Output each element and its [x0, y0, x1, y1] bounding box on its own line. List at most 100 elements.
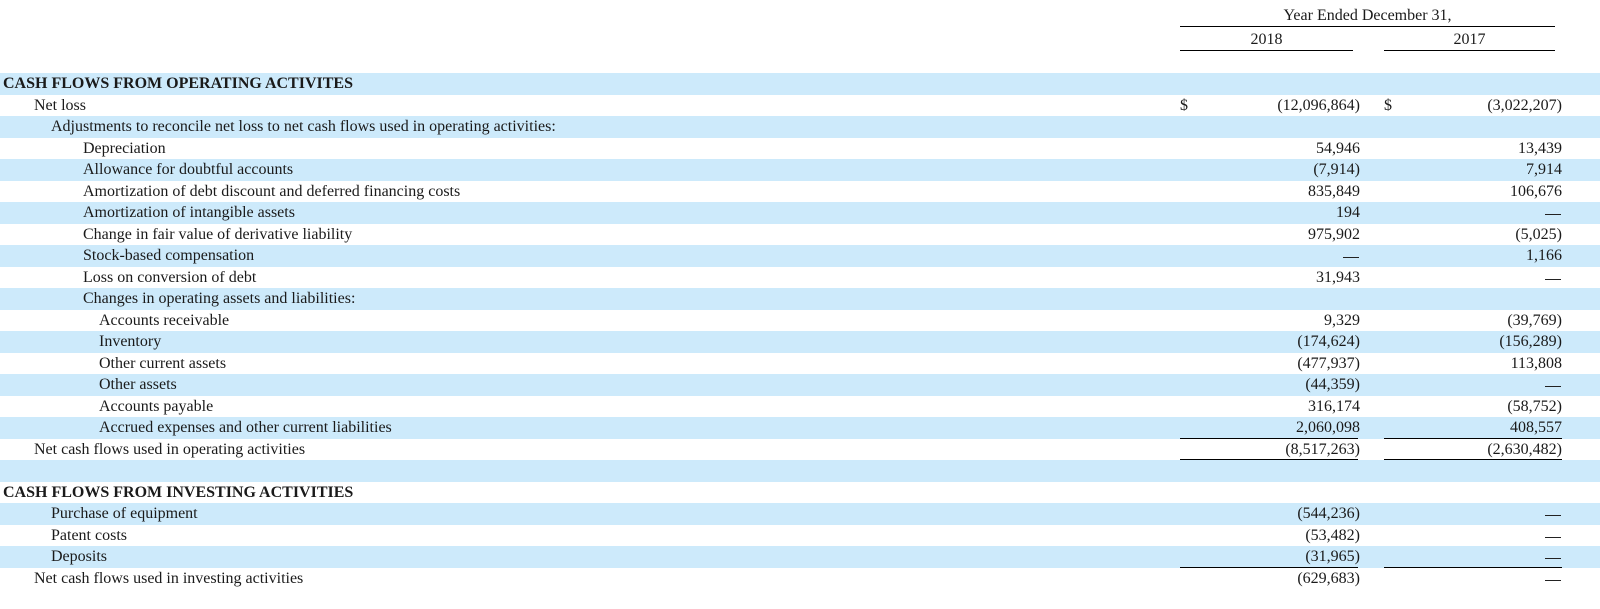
row-label: Net cash flows used in investing activit… — [34, 569, 304, 587]
row-label: Changes in operating assets and liabilit… — [83, 290, 356, 307]
value-2017 — [1384, 568, 1562, 590]
value-2017: (3,022,207) — [1487, 96, 1562, 114]
row-label: Net cash flows used in operating activit… — [34, 440, 306, 458]
row-label: Allowance for doubtful accounts — [83, 161, 294, 178]
table-row: Net cash flows used in investing activit… — [0, 566, 1600, 590]
table-row: Other current assets (477,937) 113,808 — [0, 353, 1600, 375]
value-2017: (2,630,482) — [1487, 440, 1562, 458]
section-header-row: CASH FLOWS FROM OPERATING ACTIVITES — [0, 73, 1600, 95]
nil-dash — [1545, 525, 1561, 538]
value-2018: (174,624) — [1297, 333, 1360, 350]
value-2018: (44,359) — [1305, 376, 1360, 393]
value-2017: (58,752) — [1507, 397, 1562, 415]
table-row: Change in fair value of derivative liabi… — [0, 224, 1600, 246]
section-title: CASH FLOWS FROM OPERATING ACTIVITES — [3, 75, 353, 92]
value-2017 — [1384, 503, 1562, 525]
value-2018: (7,914) — [1313, 161, 1360, 178]
row-label: Amortization of intangible assets — [83, 204, 295, 221]
value-2018: 31,943 — [1316, 268, 1360, 286]
value-2018: (8,517,263) — [1285, 440, 1360, 458]
value-2018: (31,965) — [1305, 548, 1360, 565]
value-2017: (39,769) — [1507, 311, 1562, 329]
value-2018: 54,946 — [1316, 139, 1360, 157]
value-2018 — [1180, 245, 1360, 267]
nil-dash — [1343, 245, 1359, 258]
table-row: Loss on conversion of debt 31,943 — [0, 267, 1600, 289]
value-2018: 975,902 — [1308, 225, 1360, 243]
row-label: Inventory — [99, 333, 162, 350]
value-2018: 2,060,098 — [1296, 419, 1360, 436]
nil-dash — [1545, 267, 1561, 280]
nil-dash — [1545, 202, 1561, 215]
row-label: Deposits — [51, 548, 107, 565]
table-row: Stock-based compensation 1,166 — [0, 245, 1600, 267]
row-label: Amortization of debt discount and deferr… — [83, 182, 461, 200]
table-row: Patent costs (53,482) — [0, 525, 1600, 547]
nil-dash — [1545, 374, 1561, 387]
value-2018: (629,683) — [1297, 569, 1360, 587]
value-2018: 316,174 — [1308, 397, 1360, 415]
value-2018: (53,482) — [1305, 526, 1360, 544]
table-row: Deposits (31,965) — [0, 546, 1600, 568]
value-2017 — [1384, 267, 1562, 289]
row-label: Other assets — [99, 376, 177, 393]
table-row: Accounts receivable 9,329 (39,769) — [0, 310, 1600, 332]
table-row: Changes in operating assets and liabilit… — [0, 288, 1600, 310]
column-header-2018: 2018 — [1180, 30, 1353, 51]
subtotal-rule — [1384, 437, 1562, 439]
section-title: CASH FLOWS FROM INVESTING ACTIVITIES — [3, 483, 354, 501]
table-row: Purchase of equipment (544,236) — [0, 503, 1600, 525]
value-2017: (156,289) — [1499, 333, 1562, 350]
value-2018: (12,096,864) — [1277, 96, 1360, 114]
row-label: Other current assets — [99, 354, 227, 372]
value-2017 — [1384, 202, 1562, 224]
cash-flow-table: CASH FLOWS FROM OPERATING ACTIVITES Net l… — [0, 73, 1600, 589]
value-2018: (477,937) — [1297, 354, 1360, 372]
row-label: Net loss — [34, 96, 86, 114]
row-label: Accrued expenses and other current liabi… — [99, 419, 392, 436]
table-row: Adjustments to reconcile net loss to net… — [0, 116, 1600, 138]
value-2018: 194 — [1336, 204, 1360, 221]
subtotal-rule — [1180, 566, 1358, 568]
row-label: Stock-based compensation — [83, 247, 255, 264]
value-2018: 835,849 — [1308, 182, 1360, 200]
row-label: Change in fair value of derivative liabi… — [83, 225, 353, 243]
value-2018: (544,236) — [1297, 505, 1360, 522]
table-row: Inventory (174,624) (156,289) — [0, 331, 1600, 353]
nil-dash — [1545, 503, 1561, 516]
table-row: Accrued expenses and other current liabi… — [0, 417, 1600, 439]
nil-dash — [1545, 546, 1561, 559]
value-2017 — [1384, 374, 1562, 396]
subtotal-rule — [1180, 437, 1358, 439]
row-label: Adjustments to reconcile net loss to net… — [51, 118, 556, 135]
table-row: Net loss $ $ (12,096,864) (3,022,207) — [0, 95, 1600, 117]
section-header-row: CASH FLOWS FROM INVESTING ACTIVITIES — [0, 482, 1600, 504]
row-label: Accounts payable — [99, 397, 214, 415]
table-row: Amortization of debt discount and deferr… — [0, 181, 1600, 203]
row-label: Accounts receivable — [99, 311, 230, 329]
value-2017 — [1384, 525, 1562, 547]
value-2017: 7,914 — [1526, 161, 1562, 178]
subtotal-rule — [1384, 566, 1562, 568]
row-label: Purchase of equipment — [51, 505, 198, 522]
value-2017: 113,808 — [1510, 354, 1562, 372]
value-2017: (5,025) — [1515, 225, 1562, 243]
column-header-2017: 2017 — [1384, 30, 1555, 51]
value-2017 — [1384, 546, 1562, 568]
table-row: Amortization of intangible assets 194 — [0, 202, 1600, 224]
row-label: Patent costs — [51, 526, 127, 544]
table-row — [0, 460, 1600, 482]
table-row: Accounts payable 316,174 (58,752) — [0, 396, 1600, 418]
table-row: Allowance for doubtful accounts (7,914) 7,… — [0, 159, 1600, 181]
row-label: Depreciation — [83, 139, 166, 157]
value-2017: 1,166 — [1526, 247, 1562, 264]
period-title: Year Ended December 31, — [1180, 6, 1555, 27]
table-row: Depreciation 54,946 13,439 — [0, 138, 1600, 160]
value-2018: 9,329 — [1324, 311, 1360, 329]
value-2017: 408,557 — [1510, 419, 1562, 436]
nil-dash — [1545, 568, 1561, 581]
table-row: Other assets (44,359) — [0, 374, 1600, 396]
value-2017: 106,676 — [1510, 182, 1562, 200]
table-row: Net cash flows used in operating activit… — [0, 437, 1600, 462]
row-label: Loss on conversion of debt — [83, 268, 257, 286]
